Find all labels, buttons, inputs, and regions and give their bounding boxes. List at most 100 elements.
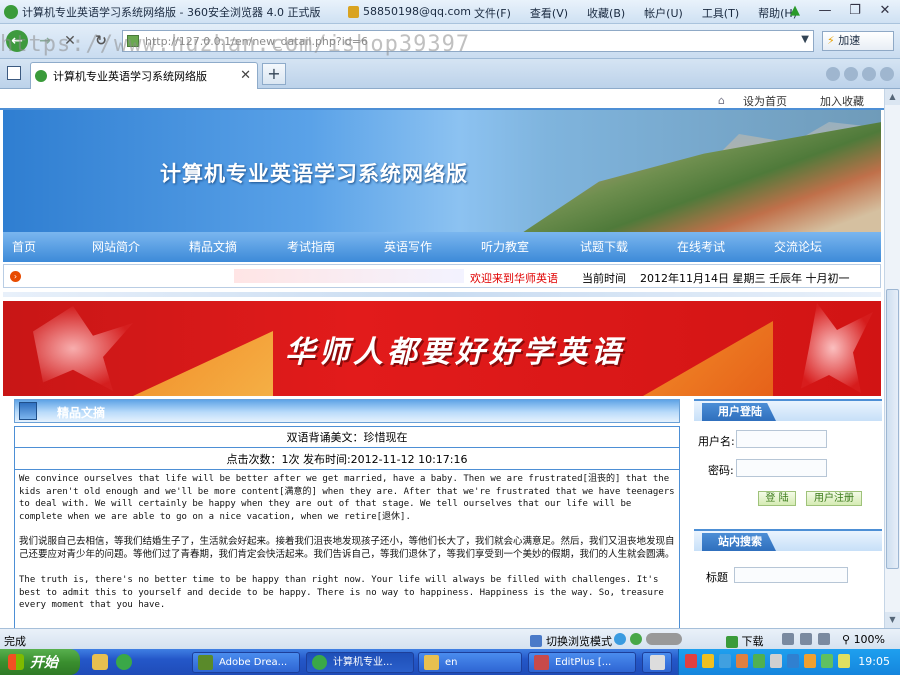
tray-app-icon[interactable]: [753, 654, 765, 668]
speaker-icon[interactable]: [818, 633, 830, 645]
minimize-icon[interactable]: —: [816, 2, 834, 20]
switch-mode-button[interactable]: 切换浏览模式: [530, 633, 612, 649]
tab-close-icon[interactable]: ✕: [240, 68, 251, 83]
status-icons-right: [782, 633, 830, 645]
time-label: 当前时间: [582, 272, 626, 285]
back-icon[interactable]: ←: [6, 30, 28, 52]
username-input[interactable]: [736, 430, 827, 448]
maximize-icon[interactable]: ❐: [846, 2, 864, 20]
dove-image-left: [33, 306, 133, 391]
tab-favicon-icon: [35, 70, 47, 82]
tab-active[interactable]: 计算机专业英语学习系统网络版 ✕: [30, 62, 258, 89]
image-icon[interactable]: [800, 633, 812, 645]
new-tab-button[interactable]: +: [262, 63, 286, 85]
folder-icon: [424, 655, 439, 670]
tab-list-icon[interactable]: [862, 67, 876, 81]
article-title: 双语背诵美文：珍惜现在: [15, 427, 679, 448]
add-favorite-link[interactable]: 加入收藏: [820, 93, 864, 109]
vertical-scrollbar[interactable]: ▲ ▼: [884, 89, 900, 628]
dreamweaver-icon: [198, 655, 213, 670]
taskbar-item-browser[interactable]: 计算机专业...: [306, 652, 414, 673]
section-title: 精品文摘: [57, 406, 106, 420]
tab-scroll-left-icon[interactable]: [826, 67, 840, 81]
nav-online-exam[interactable]: 在线考试: [677, 232, 725, 262]
address-input[interactable]: http://127.0.0.1/en/new_datail.php?id=6 …: [122, 30, 814, 52]
nav-writing[interactable]: 英语写作: [384, 232, 432, 262]
scroll-down-icon[interactable]: ▼: [885, 612, 900, 628]
tab-menu-icon[interactable]: [880, 67, 894, 81]
tray-app-icon[interactable]: [821, 654, 833, 668]
nav-listening[interactable]: 听力教室: [481, 232, 529, 262]
tray-app-icon[interactable]: [787, 654, 799, 668]
nav-forum[interactable]: 交流论坛: [774, 232, 822, 262]
tray-app-icon[interactable]: [770, 654, 782, 668]
time-value: 2012年11月14日 星期三 壬辰年 十月初一: [640, 272, 850, 285]
keyboard-icon: [650, 655, 665, 670]
skin-icon[interactable]: ▲: [786, 2, 804, 20]
toggle-icon[interactable]: [646, 633, 682, 645]
download-button[interactable]: 下载: [726, 633, 764, 649]
speedup-button[interactable]: ⚡ 加速: [822, 31, 894, 51]
banner-campus-image: [523, 120, 881, 232]
article-panel: 精品文摘 双语背诵美文：珍惜现在 点击次数：1次 发布时间:2012-11-12…: [14, 399, 680, 628]
stop-icon[interactable]: ✕: [60, 30, 80, 52]
menu-account[interactable]: 帐户(U): [644, 5, 683, 21]
window-titlebar: 计算机专业英语学习系统网络版 - 360安全浏览器 4.0 正式版 588501…: [0, 0, 900, 24]
shield-icon[interactable]: [630, 633, 642, 645]
forward-icon[interactable]: →: [34, 30, 56, 52]
menu-tools[interactable]: 工具(T): [702, 5, 739, 21]
phone-icon[interactable]: [782, 633, 794, 645]
register-button[interactable]: 用户注册: [806, 491, 862, 506]
ie-icon[interactable]: [614, 633, 626, 645]
nav-downloads[interactable]: 试题下载: [580, 232, 628, 262]
divider: [3, 292, 881, 297]
taskbar-item-folder[interactable]: en: [418, 652, 522, 673]
browser-quicklaunch-icon[interactable]: [116, 654, 132, 670]
search-input[interactable]: [734, 567, 848, 583]
folder-icon[interactable]: [92, 654, 108, 670]
zoom-control[interactable]: ⚲ 100%: [842, 633, 885, 646]
section-header: 精品文摘: [14, 399, 680, 423]
mode-icon: [530, 635, 542, 647]
tray-app-icon[interactable]: [702, 654, 714, 668]
menu-file[interactable]: 文件(F): [474, 5, 511, 21]
tray-app-icon[interactable]: [736, 654, 748, 668]
decor-triangle-left: [133, 331, 273, 396]
set-home-link[interactable]: 设为首页: [743, 93, 787, 109]
tray-app-icon[interactable]: [685, 654, 697, 668]
tray-app-icon[interactable]: [804, 654, 816, 668]
home-icon: ⌂: [718, 94, 725, 107]
decor-triangle-right: [643, 321, 773, 396]
account-email: 58850198@qq.com: [363, 5, 471, 18]
nav-home[interactable]: 首页: [12, 232, 36, 262]
sidebar-toggle-icon[interactable]: [7, 66, 21, 80]
windows-taskbar: 开始 Adobe Drea... 计算机专业... en EditPlus [.…: [0, 649, 900, 675]
start-label: 开始: [30, 655, 58, 671]
taskbar-item-label: Adobe Drea...: [219, 657, 288, 668]
tray-app-icon[interactable]: [838, 654, 850, 668]
nav-digest[interactable]: 精品文摘: [189, 232, 237, 262]
start-button[interactable]: 开始: [0, 649, 80, 675]
nav-exam-guide[interactable]: 考试指南: [287, 232, 335, 262]
taskbar-item-keyboard[interactable]: [642, 652, 672, 673]
login-button[interactable]: 登 陆: [758, 491, 796, 506]
taskbar-item-dreamweaver[interactable]: Adobe Drea...: [192, 652, 300, 673]
menu-favorites[interactable]: 收藏(B): [587, 5, 625, 21]
password-input[interactable]: [736, 459, 827, 477]
refresh-icon[interactable]: ↻: [90, 30, 112, 52]
tab-scroll-right-icon[interactable]: [844, 67, 858, 81]
close-icon[interactable]: ✕: [876, 2, 894, 20]
browser-logo-icon: [4, 4, 18, 19]
scrollbar-thumb[interactable]: [886, 289, 899, 569]
account-info[interactable]: 58850198@qq.com: [348, 5, 471, 18]
taskbar-item-editplus[interactable]: EditPlus [...: [528, 652, 636, 673]
tray-app-icon[interactable]: [719, 654, 731, 668]
tray-icons: [685, 654, 850, 668]
article-paragraph: 我们说服自己去相信，等我们结婚生子了，生活就会好起来。接着我们沮丧地发现孩子还小…: [19, 536, 675, 560]
download-icon: [726, 636, 738, 648]
scroll-up-icon[interactable]: ▲: [885, 89, 900, 105]
article-paragraph: The truth is, there's no better time to …: [19, 575, 664, 610]
chevron-down-icon[interactable]: ▼: [801, 34, 809, 45]
nav-about[interactable]: 网站简介: [92, 232, 140, 262]
menu-view[interactable]: 查看(V): [530, 5, 568, 21]
